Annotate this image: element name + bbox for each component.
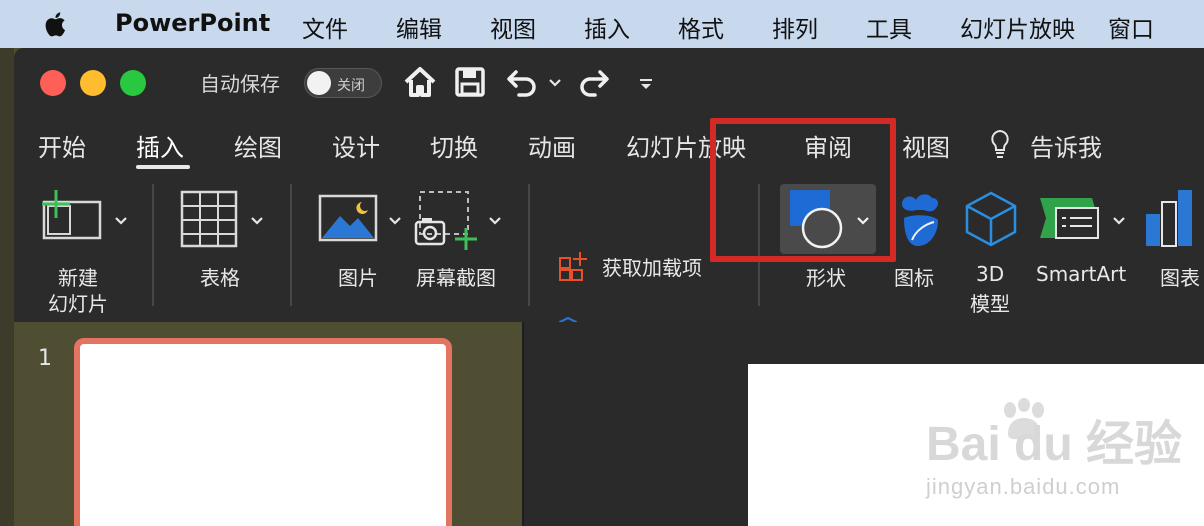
3d-model-label-1: 3D (976, 262, 1005, 286)
tab-animations[interactable]: 动画 (528, 128, 576, 163)
smartart-chevron-icon[interactable] (1112, 216, 1126, 226)
toggle-knob (307, 71, 331, 95)
menu-format[interactable]: 格式 (678, 10, 724, 44)
mac-menu-bar: PowerPoint 文件 编辑 视图 插入 格式 排列 工具 幻灯片放映 窗口 (0, 0, 1204, 48)
desktop-background (0, 48, 14, 526)
watermark-brand: Bai du 经验 (926, 418, 1183, 471)
customize-toolbar-icon[interactable] (638, 76, 654, 92)
home-icon[interactable] (402, 64, 438, 100)
menu-arrange[interactable]: 排列 (772, 10, 818, 44)
watermark-url: jingyan.baidu.com (926, 474, 1121, 499)
undo-icon[interactable] (504, 64, 540, 100)
get-addins-icon[interactable] (558, 250, 590, 282)
tab-draw[interactable]: 绘图 (234, 128, 282, 163)
tab-transitions[interactable]: 切换 (430, 128, 478, 163)
baidu-watermark: Bai du 经验 jingyan.baidu.com (916, 398, 1186, 518)
picture-icon[interactable] (318, 194, 378, 242)
highlight-box-shapes (710, 118, 896, 262)
table-icon[interactable] (180, 190, 238, 248)
new-slide-icon[interactable] (38, 188, 102, 244)
slide-number: 1 (38, 346, 52, 371)
minimize-window-button[interactable] (80, 70, 106, 96)
chart-label: 图表 (1160, 266, 1200, 290)
ribbon-separator (152, 184, 154, 306)
new-slide-label-1: 新建 (58, 266, 98, 290)
shapes-label: 形状 (806, 266, 846, 290)
tab-tell-me[interactable]: 告诉我 (1030, 128, 1102, 163)
autosave-label: 自动保存 (200, 72, 280, 96)
ribbon-separator (528, 184, 530, 306)
save-icon[interactable] (452, 64, 488, 100)
icons-label: 图标 (894, 266, 934, 290)
menu-insert[interactable]: 插入 (584, 10, 630, 44)
menu-window[interactable]: 窗口 (1108, 10, 1154, 44)
new-slide-chevron-icon[interactable] (114, 216, 128, 226)
menu-view[interactable]: 视图 (490, 10, 536, 44)
tab-insert[interactable]: 插入 (136, 128, 184, 163)
chart-icon[interactable] (1144, 188, 1204, 248)
undo-dropdown-chevron-icon[interactable] (548, 78, 562, 88)
table-label: 表格 (200, 266, 240, 290)
picture-chevron-icon[interactable] (388, 216, 402, 226)
tab-design[interactable]: 设计 (332, 128, 380, 163)
tab-view[interactable]: 视图 (902, 128, 950, 163)
screenshot-label: 屏幕截图 (416, 266, 496, 290)
active-tab-indicator (136, 165, 190, 169)
get-addins-label[interactable]: 获取加载项 (602, 252, 702, 281)
autosave-toggle[interactable]: 关闭 (304, 68, 382, 98)
picture-label: 图片 (338, 266, 378, 290)
menu-slideshow[interactable]: 幻灯片放映 (960, 10, 1075, 44)
slide-thumbnail[interactable] (74, 338, 452, 526)
zoom-window-button[interactable] (120, 70, 146, 96)
tab-home[interactable]: 开始 (38, 128, 86, 163)
smartart-icon[interactable] (1038, 194, 1114, 244)
autosave-state: 关闭 (337, 78, 365, 94)
close-window-button[interactable] (40, 70, 66, 96)
new-slide-label-2: 幻灯片 (48, 292, 108, 316)
icons-icon[interactable] (898, 190, 944, 250)
screenshot-icon[interactable] (414, 188, 484, 252)
redo-icon[interactable] (576, 64, 612, 100)
ribbon-tabs: 开始 插入 绘图 设计 切换 动画 幻灯片放映 审阅 视图 告诉我 (14, 114, 1204, 174)
lightbulb-icon[interactable] (988, 128, 1012, 160)
table-chevron-icon[interactable] (250, 216, 264, 226)
smartart-label: SmartArt (1036, 262, 1127, 286)
apple-logo-icon[interactable] (40, 8, 72, 40)
menu-tools[interactable]: 工具 (866, 10, 912, 44)
3d-model-label-2: 模型 (970, 292, 1010, 316)
menu-edit[interactable]: 编辑 (396, 10, 442, 44)
screenshot-chevron-icon[interactable] (488, 216, 502, 226)
title-bar: 自动保存 关闭 (14, 48, 1204, 114)
ribbon-insert-panel: 新建 幻灯片 表格 图片 屏幕截图 获取加载项 形状 图标 3D 模型 Smar… (14, 174, 1204, 346)
menu-file[interactable]: 文件 (302, 10, 348, 44)
3d-model-icon[interactable] (964, 190, 1018, 248)
ribbon-separator (290, 184, 292, 306)
menu-app-name[interactable]: PowerPoint (115, 9, 270, 37)
